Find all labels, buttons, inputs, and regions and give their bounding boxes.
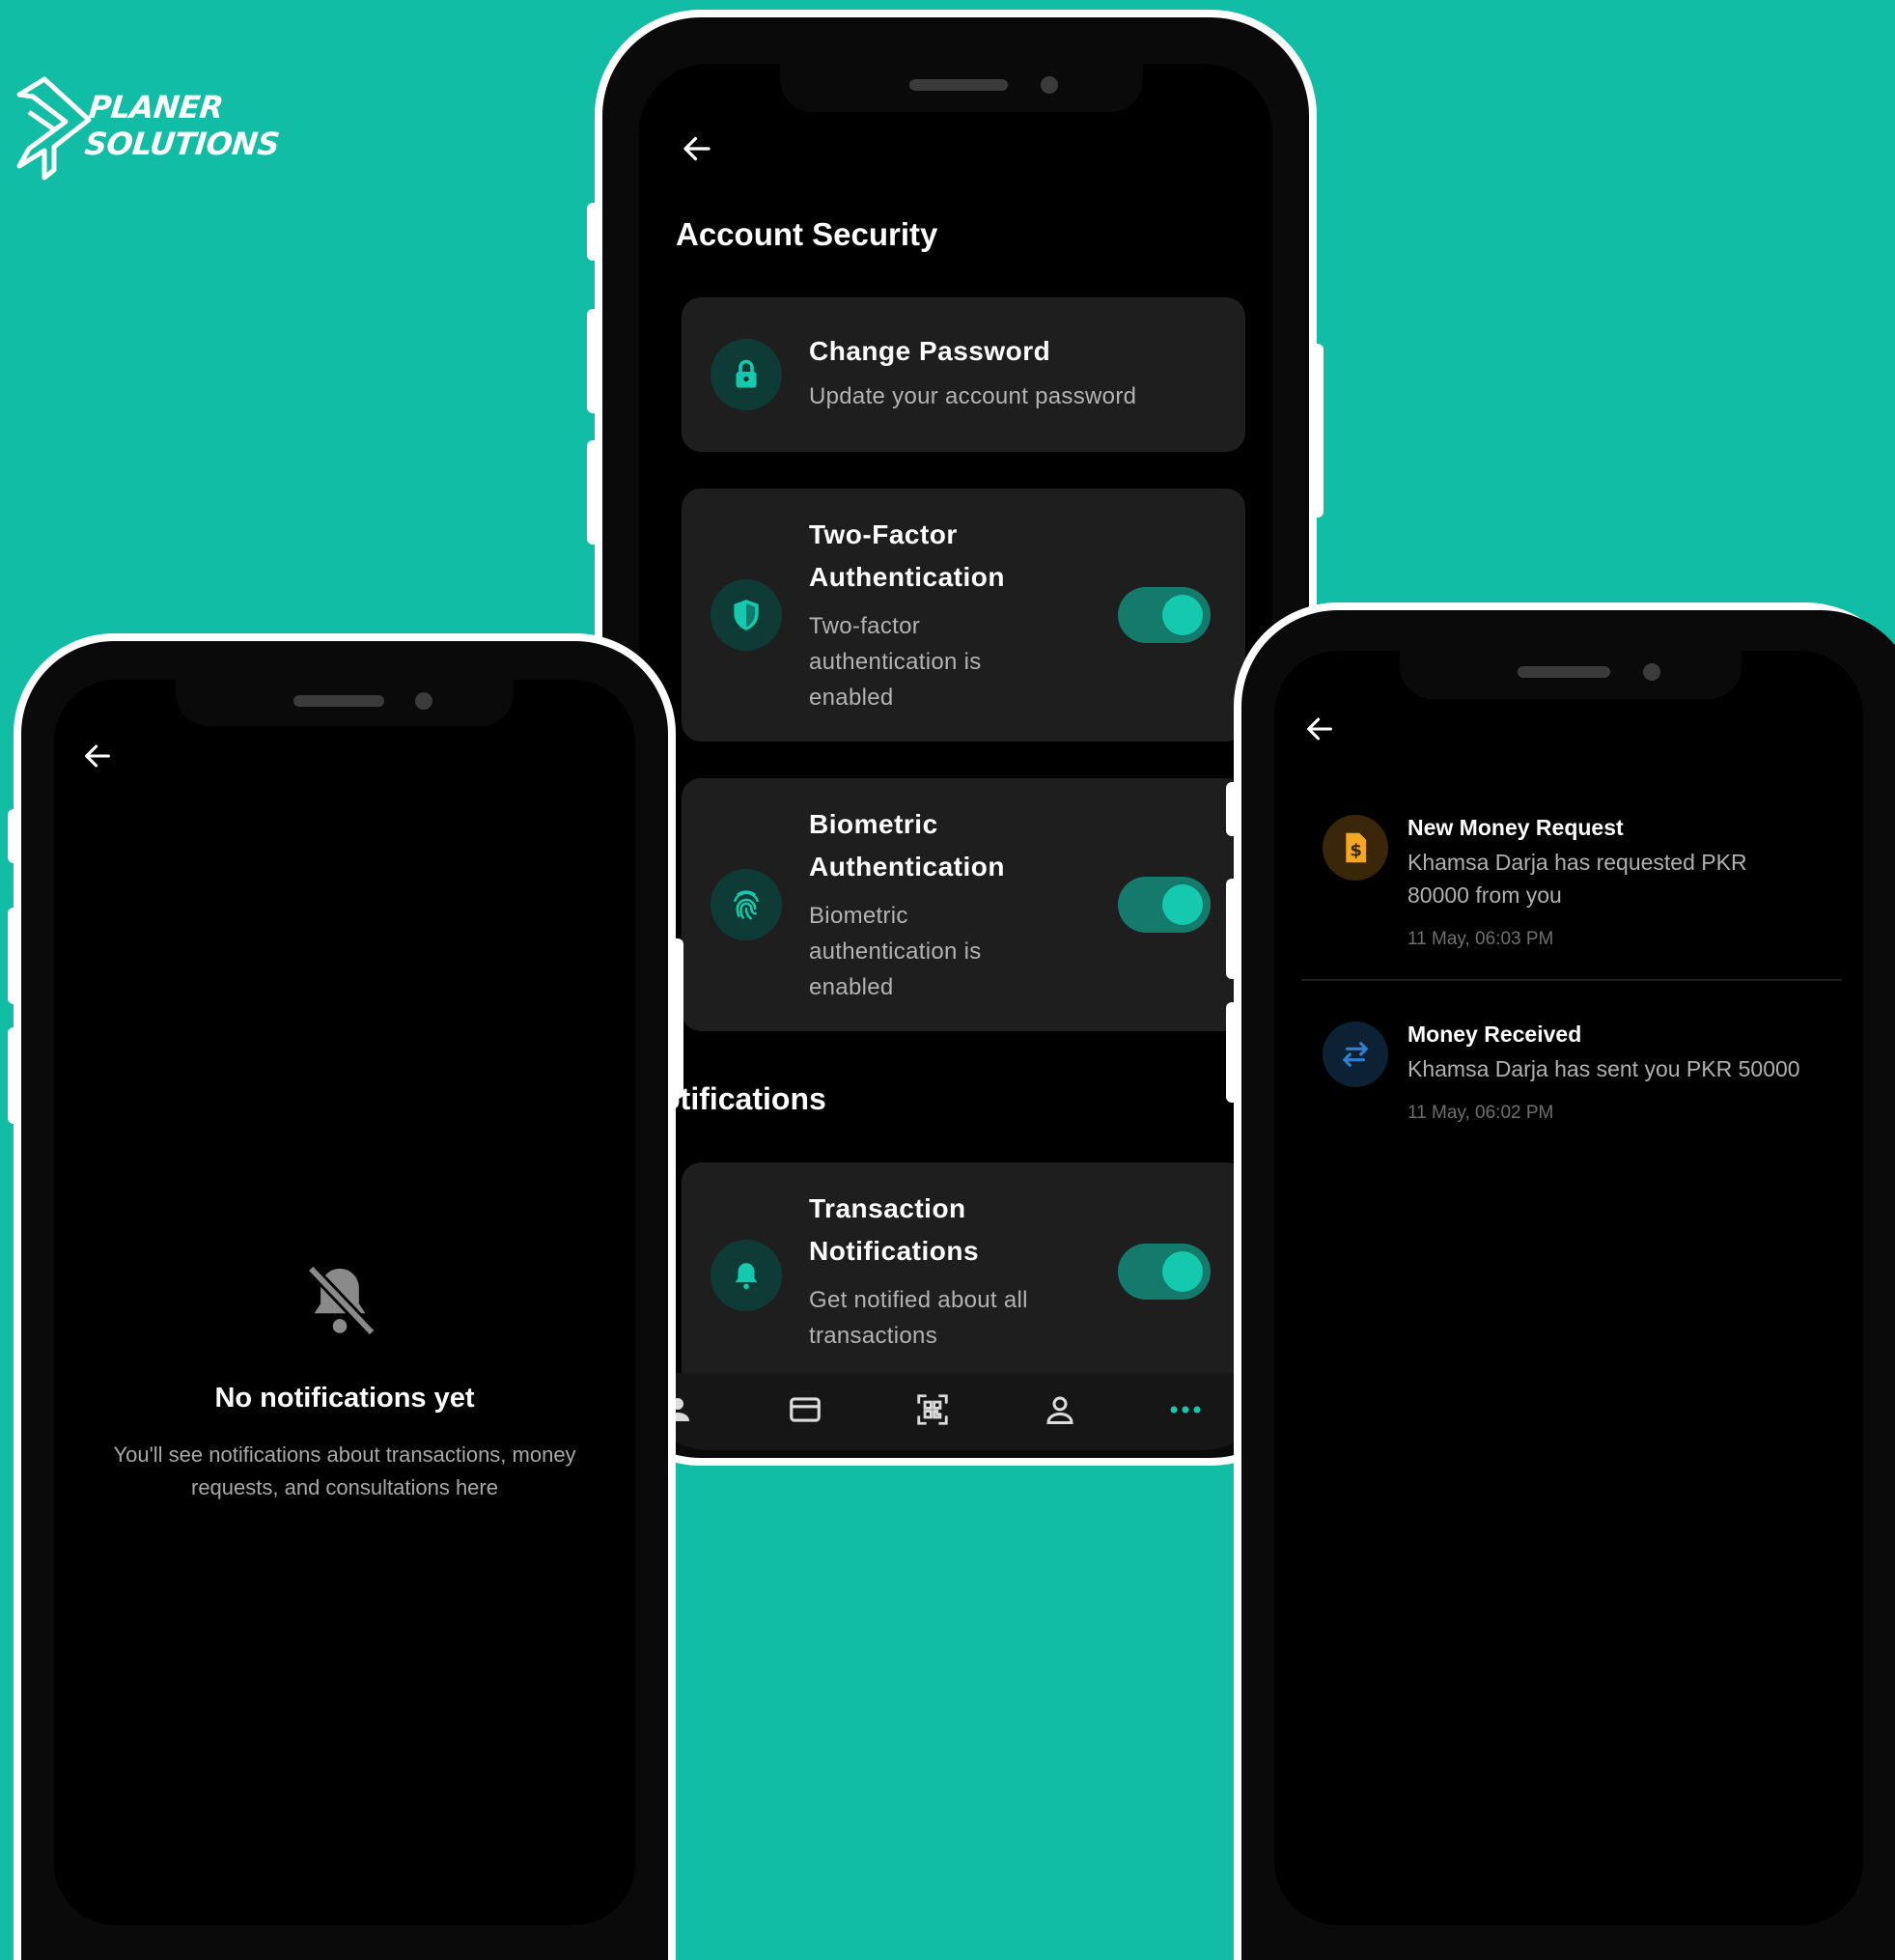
notification-time: 11 May, 06:02 PM [1407,1103,1554,1123]
notification-description: Khamsa Darja has requested PKR 80000 fro… [1407,850,1747,908]
nav-qr[interactable] [904,1381,961,1439]
phone-notch [780,64,1143,112]
transaction-notifications-card[interactable]: Transaction Notifications Get notified a… [682,1162,1245,1404]
brand-line-2: SOLUTIONS [83,126,282,162]
card-icon [790,1397,821,1422]
notification-time: 11 May, 06:03 PM [1407,929,1554,949]
fingerprint-icon [734,890,759,920]
lock-icon [736,359,757,388]
front-camera [1643,663,1660,681]
empty-notifications-phone: No notifications yet You'll see notifica… [14,633,676,1960]
brand-line-1: PLANER [87,89,225,126]
svg-text:$: $ [1350,840,1362,860]
nav-card[interactable] [776,1381,834,1439]
card-description: Get notified about all transactions [809,1287,1028,1349]
notifications-phone: $ New Money Request Khamsa Darja has req… [1234,602,1895,1960]
bell-icon [735,1263,758,1290]
speaker [1518,666,1610,678]
bell-off-icon [307,1264,376,1337]
two-factor-card[interactable]: Two-Factor Authentication Two-factor aut… [682,489,1245,742]
shield-icon-wrap [711,579,782,651]
card-description: Update your account password [809,383,1137,409]
two-factor-toggle[interactable] [1118,587,1211,643]
fingerprint-icon-wrap [711,869,782,940]
card-title: Biometric Authentication [809,809,1005,882]
front-camera [415,692,432,710]
bell-icon-wrap [711,1240,782,1311]
nav-profile[interactable] [1031,1381,1089,1439]
back-arrow-icon[interactable] [680,131,714,166]
biometric-toggle[interactable] [1118,877,1211,933]
back-arrow-icon[interactable] [81,740,114,772]
front-camera [1041,76,1058,94]
list-divider [1301,979,1842,981]
profile-icon [1046,1396,1073,1424]
toggle-knob [1162,595,1203,635]
dollar-doc-icon: $ [1346,832,1367,863]
brand-wordmark: PLANER SOLUTIONS [83,89,285,162]
empty-state-title: No notifications yet [214,1383,475,1414]
biometric-card[interactable]: Biometric Authentication Biometric authe… [682,778,1245,1031]
bottom-navigation [639,1373,1272,1450]
transfer-arrows-icon [1343,1042,1368,1067]
notifications-screen: $ New Money Request Khamsa Darja has req… [1274,651,1863,1925]
notification-description: Khamsa Darja has sent you PKR 50000 [1407,1056,1800,1081]
notification-title: New Money Request [1407,815,1624,840]
qr-code-icon [917,1394,948,1425]
card-description: Two-factor authentication is enabled [809,613,982,711]
money-request-icon-wrap: $ [1323,815,1388,881]
shield-icon [734,600,759,630]
planer-logo-mark-icon [16,76,92,181]
more-icon [1170,1406,1201,1414]
security-phone: Account Security Change Password Update … [595,10,1317,1466]
security-screen: Account Security Change Password Update … [639,64,1272,1450]
empty-notifications-screen: No notifications yet You'll see notifica… [54,680,635,1925]
change-password-card[interactable]: Change Password Update your account pass… [682,297,1245,452]
card-title: Two-Factor Authentication [809,519,1005,592]
back-arrow-icon[interactable] [1303,713,1336,745]
card-title: Change Password [809,336,1051,366]
account-security-title: Account Security [676,216,938,252]
empty-state-description: You'll see notifications about transacti… [113,1442,576,1499]
toggle-knob [1162,884,1203,925]
notification-title: Money Received [1407,1022,1582,1047]
speaker [293,695,384,707]
card-title: Transaction Notifications [809,1193,980,1266]
speaker [909,79,1008,91]
transaction-notifications-toggle[interactable] [1118,1244,1211,1300]
toggle-knob [1162,1251,1203,1292]
lock-icon-wrap [711,339,782,410]
nav-more[interactable] [1157,1381,1214,1439]
phone-notch [176,680,514,726]
brand-logo: PLANER SOLUTIONS [15,73,281,187]
card-description: Biometric authentication is enabled [809,903,982,1000]
money-received-icon-wrap [1323,1022,1388,1087]
phone-notch [1400,651,1742,699]
